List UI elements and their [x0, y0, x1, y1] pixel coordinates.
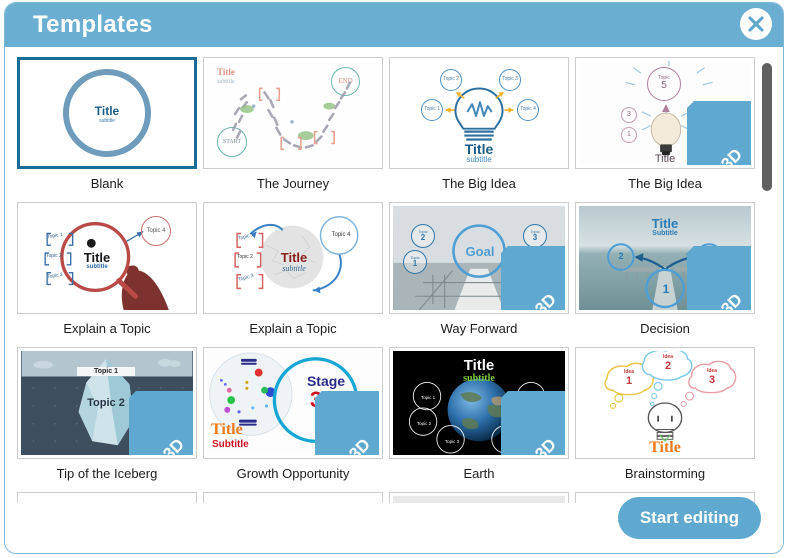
thumb-topic: Topic 6	[500, 439, 516, 444]
template-caption: Tip of the Iceberg	[56, 466, 158, 481]
template-item-next-row-partial[interactable]	[389, 492, 569, 503]
thumb-subtitle: Subtitle	[652, 230, 678, 237]
template-item-explain-a-topic-paper[interactable]: Topic 1 Topic 2 Topic 3 Topic 4 Title su…	[203, 202, 383, 336]
thumb-topic: Topic 4	[526, 395, 542, 400]
template-item-earth[interactable]: Title subtitle Topic 1 Topic 2 Topic 3 T…	[389, 347, 569, 481]
template-caption: Way Forward	[440, 321, 518, 336]
template-thumbnail[interactable]: Title Subtitle 2 3 1 3D	[575, 202, 755, 314]
template-item-next-row-partial[interactable]	[17, 492, 197, 503]
thumb-topic4: Topic 4	[331, 232, 351, 238]
thumb-title: Title	[463, 357, 495, 374]
thumb-title: Title	[654, 153, 676, 165]
thumb-number: 2	[420, 232, 426, 242]
thumb-title: Title	[649, 439, 681, 455]
thumb-topic: Topic 2	[237, 254, 253, 260]
thumb-title: Title	[651, 216, 679, 231]
template-caption: Explain a Topic	[63, 321, 151, 336]
thumb-number: 1	[412, 258, 418, 268]
thumb-title: Title	[94, 104, 120, 118]
thumb-topic: Topic 5	[530, 421, 546, 426]
close-icon[interactable]	[740, 8, 772, 40]
thumb-idea-number: 3	[708, 374, 716, 386]
thumb-number: 2	[618, 251, 624, 261]
thumb-label-above: Topic 1	[77, 367, 135, 376]
thumb-topic: Topic 2	[46, 253, 62, 259]
template-thumbnail[interactable]: Stage 3 Stage 2 1 Title Subtitle 3D	[203, 347, 383, 459]
template-item-next-row-partial[interactable]	[203, 492, 383, 503]
thumb-subtitle: subtitle	[86, 264, 108, 270]
thumb-number: 3	[532, 232, 538, 242]
thumb-idea-number: 1	[625, 375, 633, 387]
template-item-the-big-idea-3d[interactable]: Topic 5 3 4 1 2 Title 3D The Big Idea	[575, 57, 755, 191]
vertical-scrollbar[interactable]	[761, 51, 773, 501]
thumb-number: 3	[708, 251, 714, 261]
thumb-subtitle: subtitle	[466, 155, 492, 164]
thumb-topic: Topic 2	[416, 421, 432, 426]
thumb-subtitle: subtitle	[282, 264, 306, 273]
template-item-brainstorming[interactable]: Idea 1 Idea 2 Idea 3 Title Brainstorming	[575, 347, 755, 481]
template-thumbnail[interactable]: Topic 2 Topic 3 Topic 1 Topic 4 Title su…	[389, 57, 569, 169]
template-thumbnail[interactable]: Title subtitle START END	[203, 57, 383, 169]
template-thumbnail[interactable]: Topic 5 3 4 1 2 Title 3D	[575, 57, 755, 169]
thumb-stage2-number: 2	[337, 414, 345, 426]
template-thumbnail[interactable]	[17, 492, 197, 503]
thumb-topic: Topic 3	[444, 439, 460, 444]
template-thumbnail[interactable]: Topic 1 Topic 2 3D	[17, 347, 197, 459]
templates-dialog: Templates Title subtitle Blank Title sub…	[4, 2, 784, 554]
thumb-stage1-number: 1	[333, 427, 337, 434]
thumb-topic: Topic 1	[420, 395, 436, 400]
thumb-label-below: Topic 2	[87, 397, 125, 409]
template-item-growth-opportunity[interactable]: Stage 3 Stage 2 1 Title Subtitle 3D Grow…	[203, 347, 383, 481]
dialog-titlebar: Templates	[5, 3, 783, 47]
template-thumbnail[interactable]: Topic 1 Topic 2 Topic 3 Topic 4 Title su…	[203, 202, 383, 314]
thumb-idea-number: 2	[664, 360, 672, 372]
template-caption: Earth	[463, 466, 495, 481]
thumb-title: Title	[83, 250, 111, 265]
template-item-the-journey[interactable]: Title subtitle START END The Journey	[203, 57, 383, 191]
template-caption: Explain a Topic	[249, 321, 337, 336]
template-item-tip-of-the-iceberg[interactable]: Topic 1 Topic 2 3D Tip of the Iceberg	[17, 347, 197, 481]
template-thumbnail[interactable]: Title subtitle	[17, 57, 197, 169]
thumb-subtitle: subtitle	[99, 118, 115, 124]
page-title: Templates	[33, 11, 153, 38]
thumb-title: Title	[211, 421, 243, 438]
thumb-center-label: Goal	[465, 244, 495, 259]
thumb-title: Title	[280, 250, 308, 265]
template-item-explain-a-topic-magnifier[interactable]: Topic 1 Topic 2 Topic 3 Topic 4 Title su…	[17, 202, 197, 336]
template-caption: The Big Idea	[442, 176, 516, 191]
template-caption: The Big Idea	[628, 176, 702, 191]
thumb-subtitle: Subtitle	[212, 439, 249, 450]
template-thumbnail[interactable]: Title subtitle Topic 1 Topic 2 Topic 3 T…	[389, 347, 569, 459]
template-caption: Growth Opportunity	[236, 466, 350, 481]
template-item-way-forward[interactable]: Goal Topic 2 Topic 1 Topic 3 Topic 4 3D …	[389, 202, 569, 336]
thumb-subtitle: subtitle	[463, 373, 495, 384]
template-thumbnail[interactable]	[203, 492, 383, 503]
template-thumbnail[interactable]: Idea 1 Idea 2 Idea 3 Title	[575, 347, 755, 459]
scrollbar-thumb[interactable]	[762, 63, 772, 191]
thumb-topic4: Topic 4	[141, 216, 171, 246]
template-caption: Decision	[640, 321, 690, 336]
template-thumbnail[interactable]	[389, 492, 569, 503]
template-item-blank[interactable]: Title subtitle Blank	[17, 57, 197, 191]
template-caption: The Journey	[256, 176, 330, 191]
template-item-the-big-idea-flat[interactable]: Topic 2 Topic 3 Topic 1 Topic 4 Title su…	[389, 57, 569, 191]
thumb-number: 4	[538, 258, 544, 268]
start-editing-button[interactable]: Start editing	[617, 497, 761, 539]
template-thumbnail[interactable]: Goal Topic 2 Topic 1 Topic 3 Topic 4 3D	[389, 202, 569, 314]
template-caption: Blank	[90, 176, 124, 191]
template-grid-scroll-area[interactable]: Title subtitle Blank Title subtitle STAR…	[17, 51, 773, 503]
template-caption: Brainstorming	[624, 466, 706, 481]
thumb-number: 1	[662, 282, 670, 296]
template-thumbnail[interactable]: Topic 1 Topic 2 Topic 3 Topic 4 Title su…	[17, 202, 197, 314]
template-item-decision[interactable]: Title Subtitle 2 3 1 3D Decision	[575, 202, 755, 336]
